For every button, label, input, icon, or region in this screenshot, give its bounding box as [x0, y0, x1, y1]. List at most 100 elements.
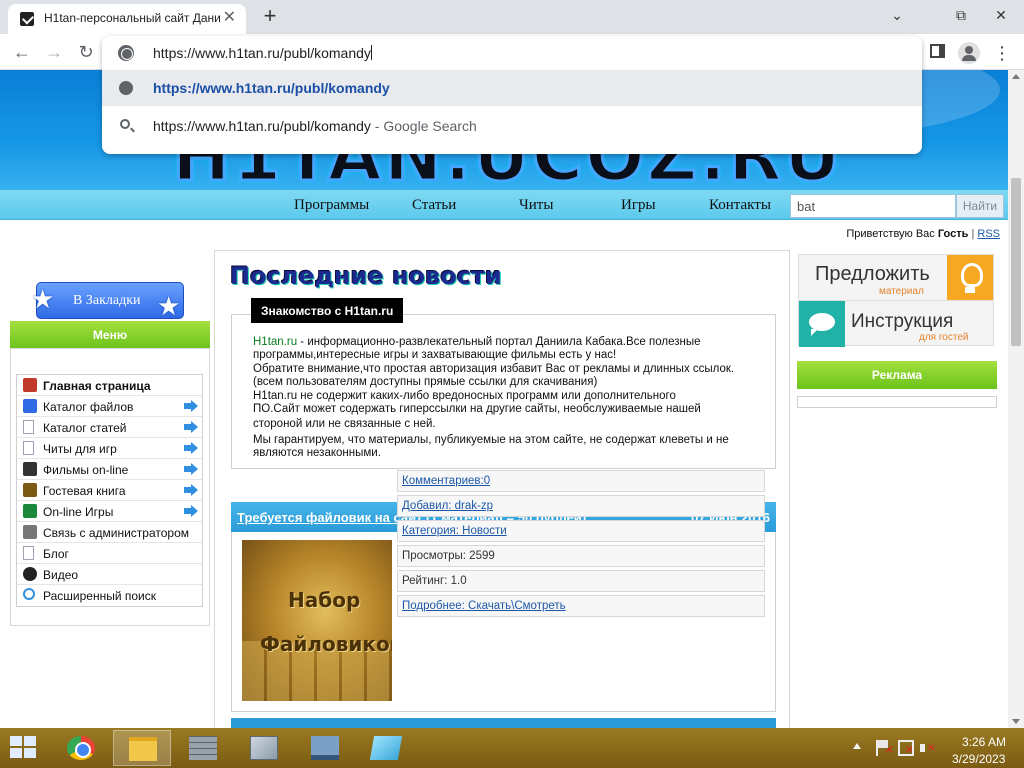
windows-start-icon[interactable] [10, 736, 38, 760]
profile-icon[interactable] [958, 42, 980, 64]
nav-link-contacts[interactable]: Контакты [709, 197, 771, 214]
action-center-flag-icon[interactable] [876, 740, 893, 756]
site-name-link[interactable]: H1tan.ru [253, 336, 297, 348]
nav-link-articles[interactable]: Статьи [412, 197, 456, 214]
browser-menu-icon[interactable]: ⋮ [992, 42, 1012, 64]
tab-close-icon[interactable]: ✕ [223, 9, 236, 27]
intro-title: Знакомство с H1tan.ru [251, 298, 404, 323]
site-search-input[interactable]: bat [790, 194, 956, 218]
menu-item[interactable]: On-line Игры [17, 501, 202, 522]
network-status-icon[interactable] [898, 740, 914, 756]
chat-bubble-icon [799, 301, 845, 347]
suggestion-url[interactable]: https://www.h1tan.ru/publ/komandy [102, 70, 922, 106]
taskbar-app-network[interactable] [296, 730, 354, 766]
document-icon [23, 546, 34, 560]
latest-news-heading: Последние новости [230, 262, 502, 290]
arrow-right-icon[interactable] [184, 463, 198, 475]
web-page: H1TAN.UCOZ.RU Программы Статьи Читы Игры… [0, 70, 1008, 728]
menu-item[interactable]: Видео [17, 564, 202, 585]
volume-muted-icon[interactable] [920, 740, 936, 756]
arrow-right-icon[interactable] [184, 442, 198, 454]
arrow-right-icon[interactable] [184, 400, 198, 412]
news-meta-text[interactable]: Категория: Новости [402, 525, 507, 537]
chrome-icon [67, 736, 95, 760]
rss-link[interactable]: RSS [977, 228, 1000, 240]
forward-button[interactable]: → [42, 40, 66, 64]
document-icon [23, 441, 34, 455]
menu-item-label: Видео [43, 568, 79, 582]
scroll-down-arrow-icon[interactable] [1012, 719, 1020, 724]
menu-item[interactable]: Читы для игр [17, 438, 202, 459]
back-button[interactable]: ← [10, 40, 34, 64]
intro-line: являются незаконными. [253, 447, 381, 460]
instructions-button[interactable]: Инструкция для гостей [798, 300, 994, 347]
menu-item[interactable]: Каталог статей [17, 417, 202, 438]
nav-link-programs[interactable]: Программы [294, 197, 369, 214]
site-info-icon[interactable] [118, 45, 134, 61]
suggestion-search-text: https://www.h1tan.ru/publ/komandy - Goog… [153, 118, 477, 134]
menu-item-label: Гостевая книга [43, 484, 126, 498]
news-meta-row[interactable]: Подробнее: Скачать\Смотреть [397, 595, 765, 617]
game-icon [23, 504, 37, 518]
menu-item-label: Фильмы on-line [43, 463, 129, 477]
menu-header: Меню [10, 321, 210, 349]
scrollbar-thumb[interactable] [1011, 178, 1021, 346]
menu-item-label: Каталог статей [43, 421, 127, 435]
menu-item[interactable]: Каталог файлов [17, 396, 202, 417]
news-image-caption-1: Набор [288, 588, 361, 612]
suggest-material-button[interactable]: Предложить материал [798, 254, 994, 303]
star-icon: ★ [157, 291, 181, 321]
menu-item[interactable]: Гостевая книга [17, 480, 202, 501]
star-icon: ★ [31, 284, 55, 314]
menu-item-label: Блог [43, 547, 69, 561]
menu-item[interactable]: Блог [17, 543, 202, 564]
window-minimize-button[interactable]: ⌄ [874, 0, 920, 30]
film-icon [23, 462, 37, 476]
page-scrollbar[interactable] [1008, 70, 1024, 728]
news-image[interactable]: Набор Файловиков [242, 540, 392, 701]
news-meta-row[interactable]: Комментариев:0 [397, 470, 765, 492]
tray-overflow-icon[interactable] [853, 743, 861, 749]
menu-item[interactable]: Расширенный поиск [17, 585, 202, 606]
instructions-title: Инструкция [851, 311, 954, 332]
suggest-title: Предложить [815, 263, 930, 285]
browser-tab[interactable]: H1tan-персональный сайт Даниила Кабака ✕ [8, 4, 246, 34]
taskbar-app-package[interactable] [235, 730, 293, 766]
arrow-right-icon[interactable] [184, 505, 198, 517]
ads-box [797, 396, 997, 408]
add-bookmark-label: В Закладки [73, 293, 141, 308]
document-icon [23, 420, 34, 434]
scroll-up-arrow-icon[interactable] [1012, 74, 1020, 79]
news-meta-text[interactable]: Комментариев:0 [402, 475, 490, 487]
book-icon [23, 483, 37, 497]
site-search-button[interactable]: Найти [956, 194, 1004, 218]
address-input[interactable]: https://www.h1tan.ru/publ/komandy [153, 45, 372, 61]
new-tab-button[interactable]: + [258, 4, 282, 28]
side-panel-icon[interactable] [930, 44, 945, 58]
arrow-right-icon[interactable] [184, 484, 198, 496]
file-explorer-icon [129, 737, 157, 761]
address-bar[interactable]: https://www.h1tan.ru/publ/komandy [102, 36, 922, 70]
package-icon [250, 736, 278, 760]
news-meta-row[interactable]: Добавил: drak-zp [397, 495, 765, 517]
news-meta-row[interactable]: Категория: Новости [397, 520, 765, 542]
nav-link-cheats[interactable]: Читы [519, 197, 553, 214]
taskbar-chrome[interactable] [52, 730, 110, 766]
taskbar-file-explorer[interactable] [113, 730, 171, 766]
add-bookmark-button[interactable]: ★ В Закладки ★ [31, 282, 184, 321]
menu-item[interactable]: Главная страница [17, 375, 202, 396]
clock-date[interactable]: 3/29/2023 [952, 752, 1005, 766]
window-close-button[interactable]: ✕ [978, 0, 1024, 30]
arrow-right-icon[interactable] [184, 421, 198, 433]
taskbar-app-wall[interactable] [174, 730, 232, 766]
menu-item[interactable]: Связь с администратором [17, 522, 202, 543]
news-meta-text[interactable]: Добавил: drak-zp [402, 500, 493, 512]
clock-time[interactable]: 3:26 AM [962, 735, 1006, 749]
news-meta-text: Рейтинг: 1.0 [402, 575, 467, 587]
taskbar-app-notepad[interactable] [357, 730, 415, 766]
nav-link-games[interactable]: Игры [621, 197, 656, 214]
suggestion-search[interactable]: https://www.h1tan.ru/publ/komandy - Goog… [102, 108, 922, 144]
news-meta-text[interactable]: Подробнее: Скачать\Смотреть [402, 600, 566, 612]
menu-item[interactable]: Фильмы on-line [17, 459, 202, 480]
reload-button[interactable]: ↻ [74, 40, 98, 64]
